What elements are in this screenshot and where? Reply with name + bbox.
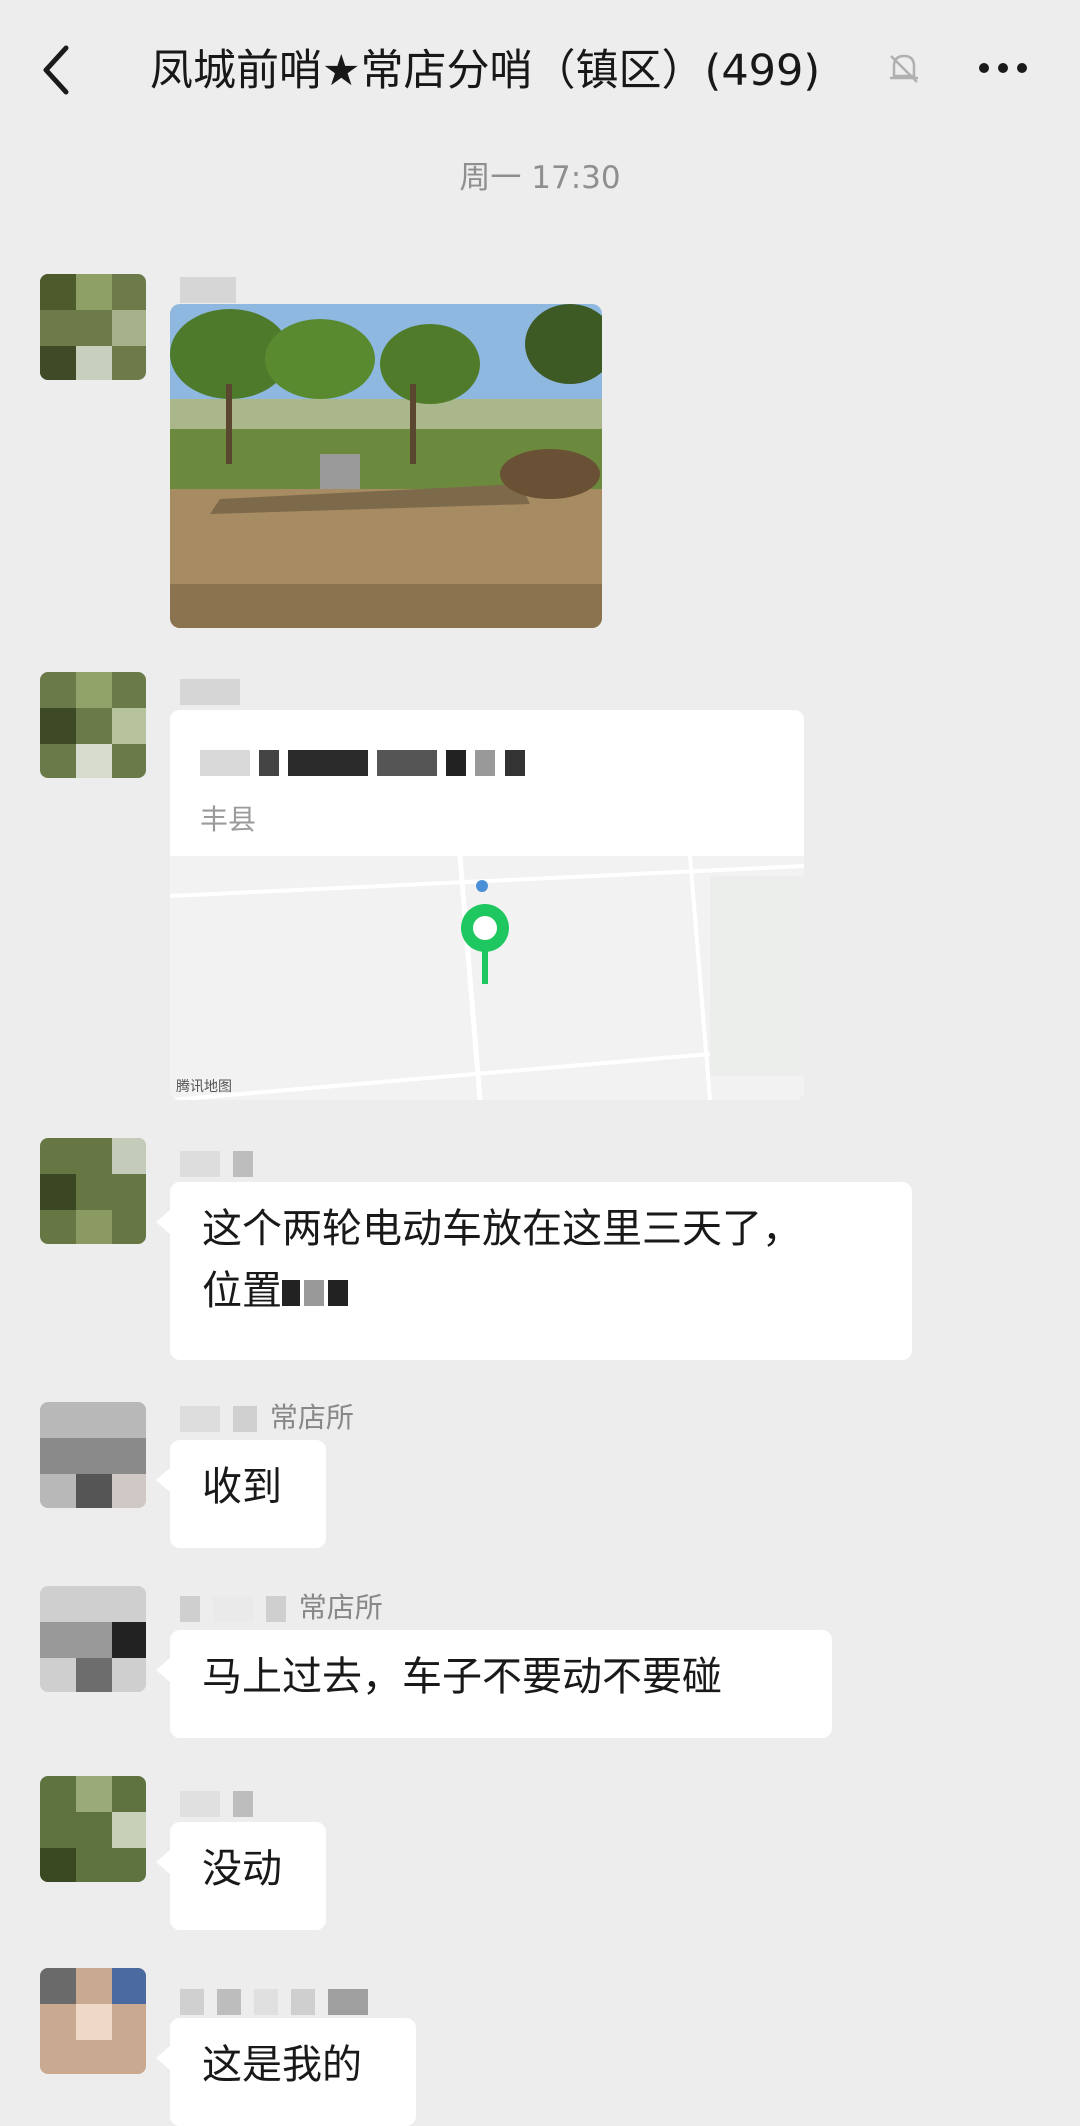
map-credit: 腾讯地图 [176,1079,232,1095]
message-bubble[interactable]: 没动 [156,1822,326,1930]
location-name [200,750,529,780]
message-image[interactable] [170,304,602,628]
message-bubble[interactable]: 这个两轮电动车放在这里三天了， 位置 [156,1182,912,1360]
sender-name [180,272,240,305]
chat-title[interactable]: 凤城前哨★常店分哨（镇区）(499) [150,36,820,98]
avatar[interactable] [40,1968,146,2074]
more-dots-icon[interactable] [978,62,1028,74]
message-bubble[interactable]: 收到 [156,1440,326,1548]
avatar[interactable] [40,1776,146,1882]
message-text: 收到 [202,1464,282,1510]
message-text-line2: 位置 [202,1260,880,1322]
chevron-left-icon[interactable] [38,40,78,100]
location-map[interactable]: 腾讯地图 [170,855,804,1100]
sender-name [180,1984,372,2017]
message-text: 这个两轮电动车放在这里三天了， [202,1206,802,1252]
location-card[interactable]: 丰县 腾讯地图 [170,710,804,1100]
message-bubble[interactable]: 这是我的 [156,2018,416,2126]
avatar[interactable] [40,1402,146,1508]
map-image [170,855,804,1100]
location-header: 丰县 [170,710,804,856]
field-photo [170,304,602,628]
message-text: 没动 [202,1846,282,1892]
location-address: 丰县 [200,803,257,836]
sender-name [180,674,244,707]
message-text: 马上过去，车子不要动不要碰 [202,1654,722,1700]
sender-name: 常店所 [180,1396,354,1436]
avatar[interactable] [40,672,146,778]
avatar[interactable] [40,1138,146,1244]
sender-name: 常店所 [180,1586,383,1626]
avatar[interactable] [40,1586,146,1692]
message-text: 这是我的 [202,2042,362,2088]
avatar[interactable] [40,274,146,380]
message-bubble[interactable]: 马上过去，车子不要动不要碰 [156,1630,832,1738]
message-timestamp: 周一 17:30 [459,160,621,196]
sender-name [180,1146,257,1179]
chat-header: 凤城前哨★常店分哨（镇区）(499) [0,0,1080,140]
sender-name [180,1786,257,1819]
bell-off-icon [890,54,918,83]
